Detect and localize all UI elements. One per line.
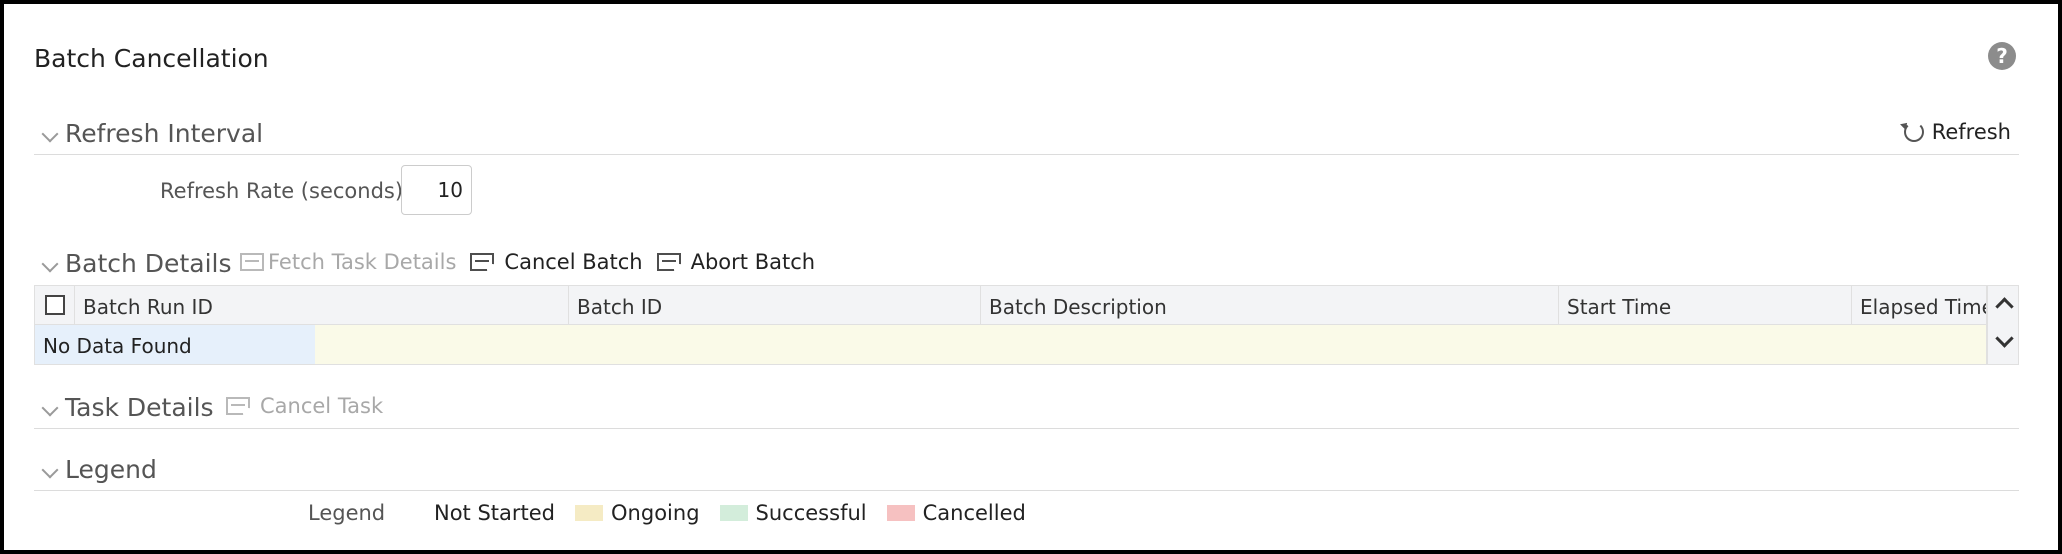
table-row: No Data Found [34, 325, 1987, 365]
chevron-down-icon[interactable] [1995, 329, 2014, 348]
refresh-rate-input[interactable] [401, 165, 472, 215]
batch-toolbar: Fetch Task Details × Cancel Batch × Abor… [240, 250, 829, 275]
chevron-up-icon[interactable] [1995, 297, 2014, 316]
refresh-rate-label: Refresh Rate (seconds) [160, 179, 404, 203]
legend-item-label: Cancelled [922, 501, 1026, 525]
grid-abort-icon: × [656, 253, 685, 275]
help-icon[interactable]: ? [1988, 42, 2016, 70]
legend-title: Legend [65, 455, 157, 484]
column-batch-run-id[interactable]: Batch Run ID [75, 286, 569, 324]
legend-items: Not Started Ongoing Successful Cancelled [434, 501, 1046, 525]
table-header: Batch Run ID Batch ID Batch Description … [34, 285, 1987, 325]
legend-item-cancelled: Cancelled [886, 501, 1026, 525]
select-all-cell [35, 286, 75, 324]
fetch-task-icon [240, 253, 264, 271]
legend-swatch [719, 505, 748, 521]
column-batch-description[interactable]: Batch Description [981, 286, 1559, 324]
page-title: Batch Cancellation [34, 44, 269, 73]
refresh-label: Refresh [1931, 120, 2011, 144]
legend-item-label: Not Started [434, 501, 556, 525]
column-batch-id[interactable]: Batch ID [569, 286, 981, 324]
column-start-time[interactable]: Start Time [1559, 286, 1852, 324]
legend-item-successful: Successful [719, 501, 867, 525]
legend-swatch [575, 505, 604, 521]
refresh-interval-header[interactable]: Refresh Interval Refresh [34, 114, 2019, 155]
batch-table: Batch Run ID Batch ID Batch Description … [34, 285, 2019, 367]
refresh-icon [1903, 122, 1924, 142]
task-cancel-icon: × [226, 397, 254, 419]
legend-item-label: Successful [755, 501, 867, 525]
chevron-down-icon[interactable] [41, 461, 59, 479]
batch-details-title: Batch Details [65, 249, 232, 278]
grid-cancel-icon: × [470, 253, 499, 275]
legend-label: Legend [308, 501, 386, 525]
legend-item-label: Ongoing [611, 501, 700, 525]
abort-batch-button[interactable]: × Abort Batch [656, 250, 816, 275]
no-data-message: No Data Found [35, 325, 315, 364]
select-all-checkbox[interactable] [44, 295, 65, 315]
legend-header[interactable]: Legend [34, 450, 2019, 491]
chevron-down-icon[interactable] [41, 399, 59, 417]
abort-batch-label: Abort Batch [690, 250, 816, 274]
task-details-title: Task Details [65, 393, 214, 422]
cancel-task-button[interactable]: × Cancel Task [226, 394, 384, 419]
cancel-batch-button[interactable]: × Cancel Batch [470, 250, 643, 275]
task-toolbar: × Cancel Task [226, 394, 397, 419]
refresh-interval-title: Refresh Interval [65, 119, 264, 148]
app-frame: Batch Cancellation ? Refresh Interval Re… [0, 0, 2062, 554]
column-elapsed-time[interactable]: Elapsed Time [1852, 286, 1986, 324]
cancel-task-label: Cancel Task [260, 394, 384, 418]
refresh-button[interactable]: Refresh [1903, 120, 2011, 144]
chevron-down-icon[interactable] [41, 125, 59, 143]
legend-item-not-started: Not Started [434, 501, 555, 525]
fetch-task-details-button[interactable]: Fetch Task Details [240, 250, 456, 274]
legend-item-ongoing: Ongoing [575, 501, 700, 525]
cancel-batch-label: Cancel Batch [504, 250, 643, 274]
chevron-down-icon[interactable] [41, 255, 59, 273]
legend-swatch [886, 505, 915, 521]
table-scrollbar[interactable] [1987, 285, 2019, 365]
fetch-task-details-label: Fetch Task Details [268, 250, 457, 274]
